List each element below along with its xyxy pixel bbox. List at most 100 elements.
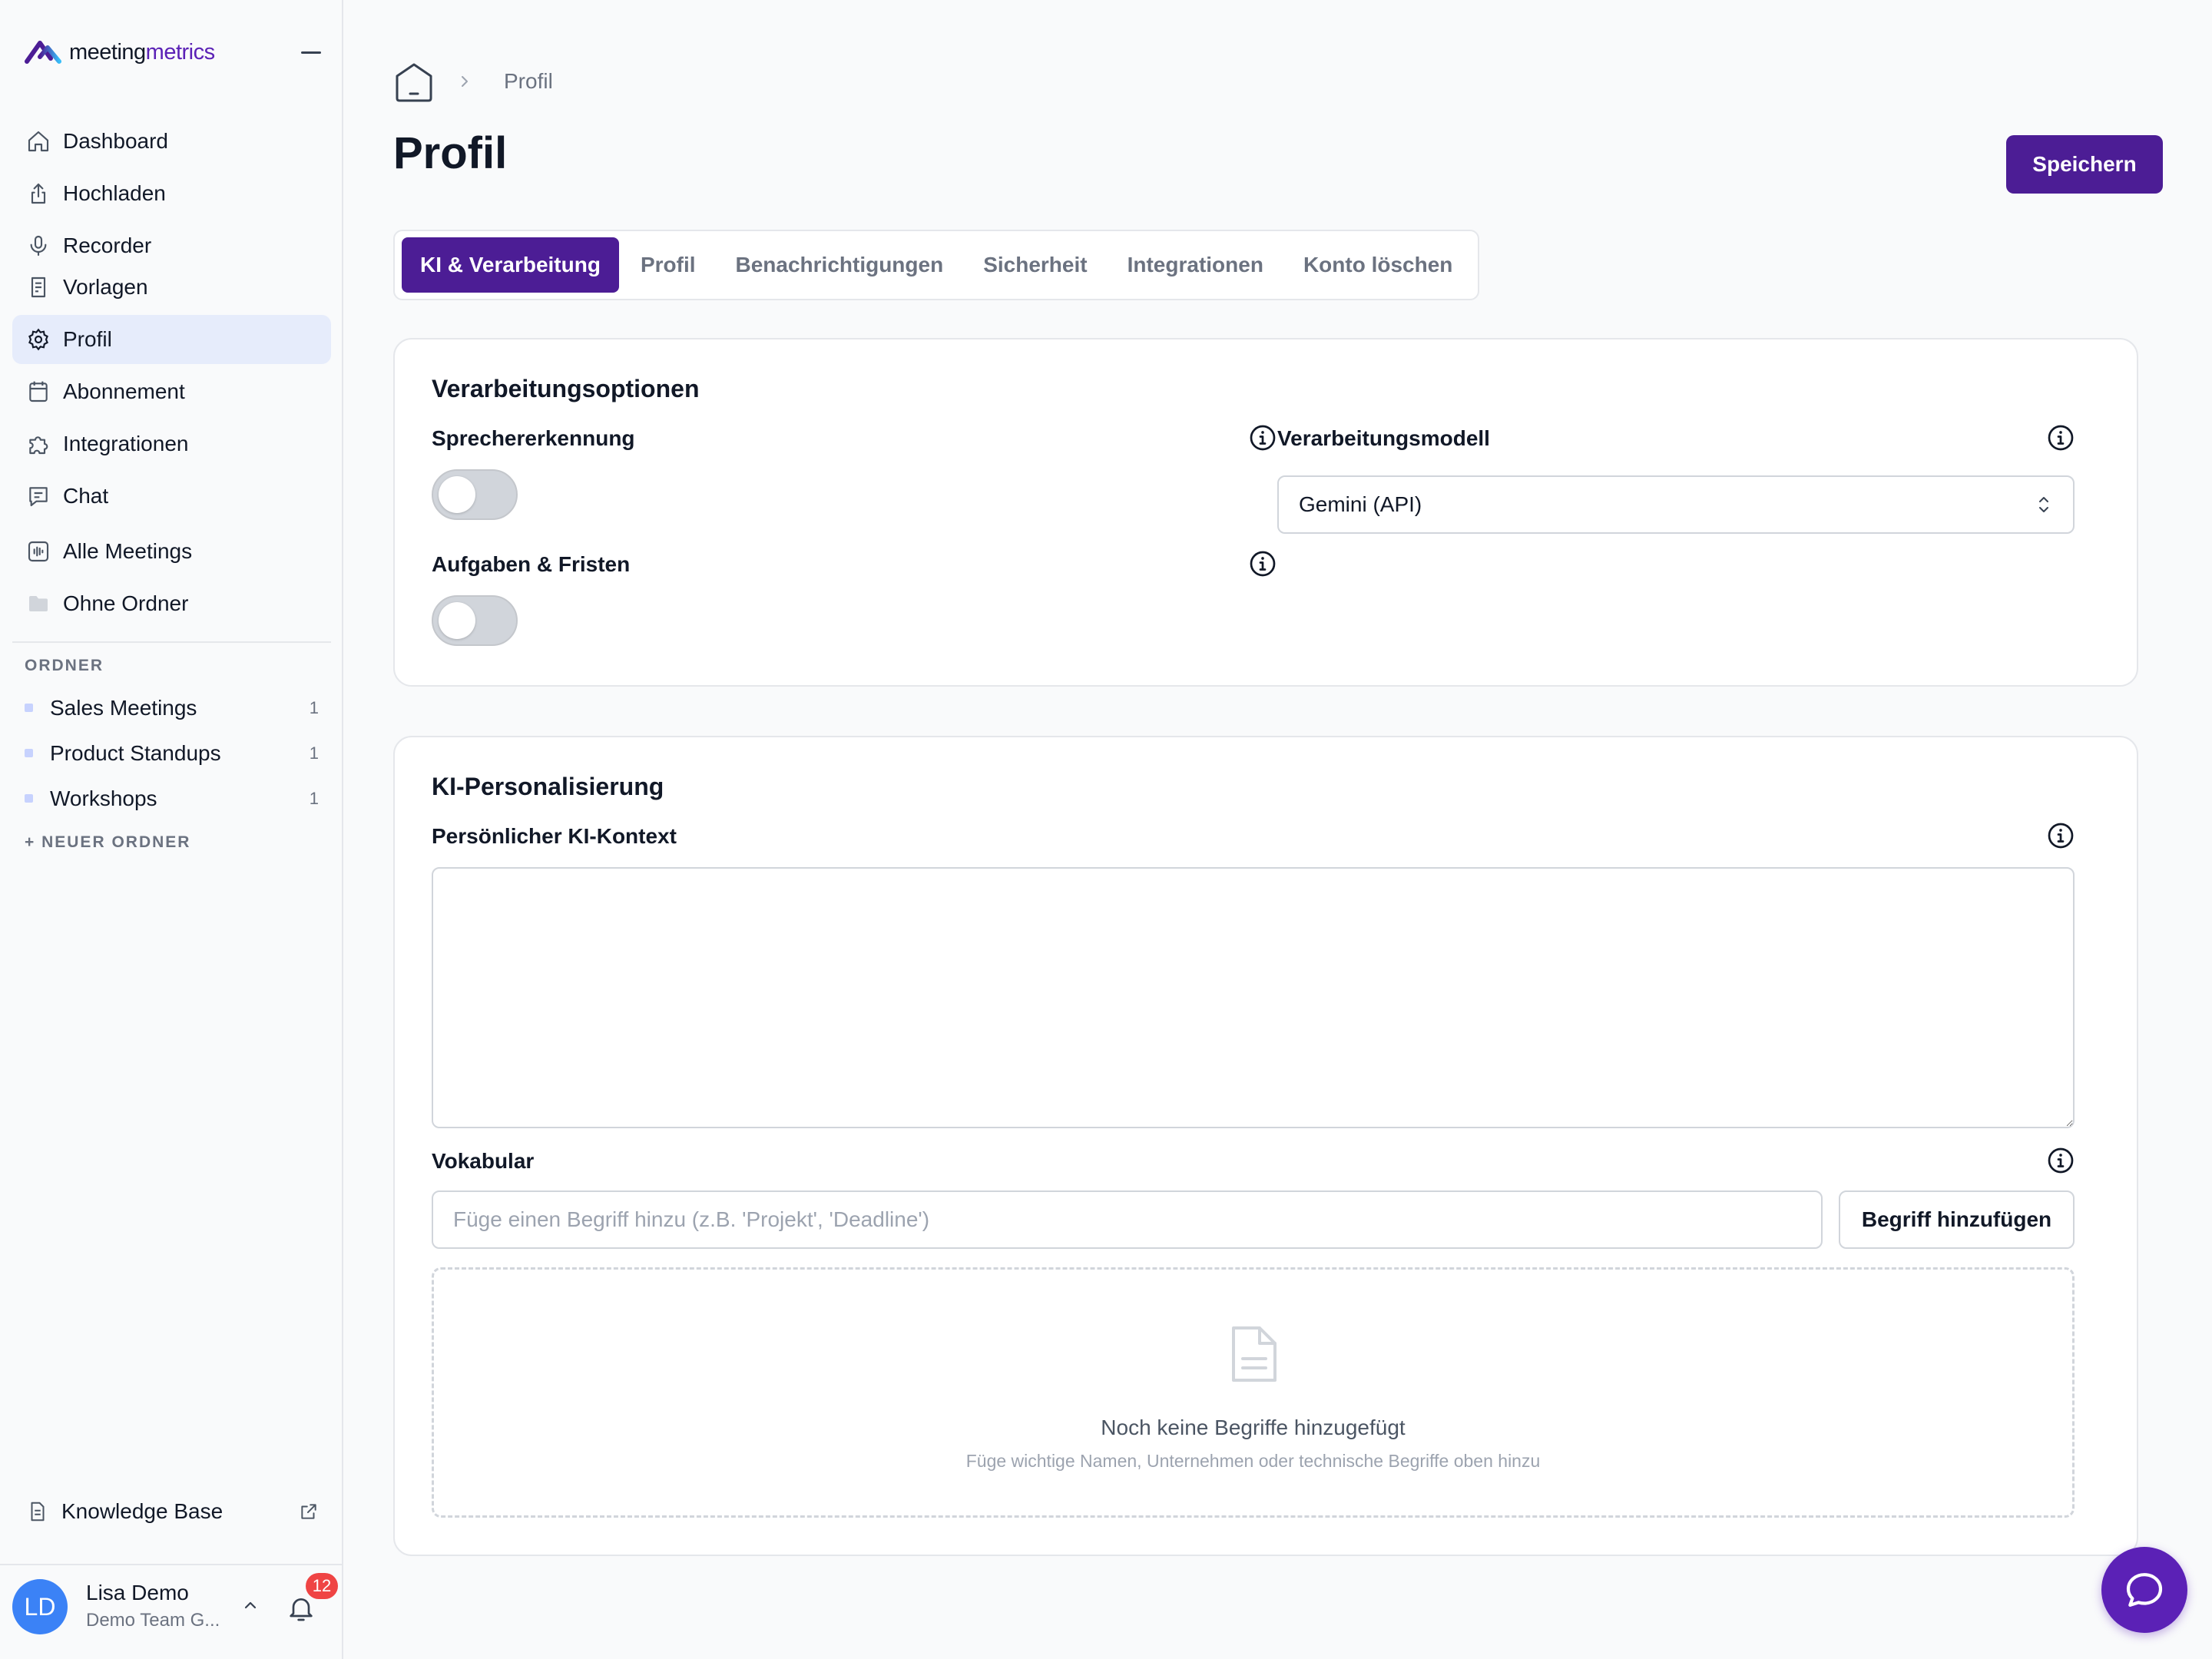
folder-dot: [25, 749, 33, 757]
vocabulary-input[interactable]: [432, 1190, 1823, 1249]
info-icon[interactable]: [2047, 1147, 2075, 1174]
folder-count: 1: [309, 697, 319, 717]
speaker-recognition-toggle[interactable]: [432, 469, 518, 520]
nav-item-integrations[interactable]: Integrationen: [12, 419, 331, 469]
nav-item-chat[interactable]: Chat: [12, 472, 331, 521]
brand-name-part1: meeting: [69, 39, 146, 65]
external-link-icon: [301, 1504, 316, 1519]
folder-label: Workshops: [50, 786, 157, 810]
nav-label: Profil: [63, 327, 112, 351]
breadcrumb-home-icon[interactable]: [393, 61, 435, 103]
user-menu: LD Lisa Demo Demo Team G... 12: [0, 1564, 343, 1659]
sidebar: meetingmetrics Dashboard Hochladen Recor…: [0, 0, 343, 1659]
ai-personalization-title: KI-Personalisierung: [432, 773, 664, 800]
nav-label: Recorder: [63, 233, 152, 257]
processing-options-title: Verarbeitungsoptionen: [432, 375, 700, 402]
folder-dot: [25, 704, 33, 712]
folder-dot: [25, 794, 33, 803]
nav-item-profile[interactable]: Profil: [12, 315, 331, 364]
folder-item[interactable]: Product Standups 1: [12, 730, 331, 776]
knowledge-base-link[interactable]: Knowledge Base: [12, 1488, 331, 1535]
nav-item-no-folder[interactable]: Ohne Ordner: [12, 579, 331, 628]
upload-icon: [31, 183, 46, 204]
brand-logo[interactable]: meetingmetrics: [25, 38, 215, 66]
avatar[interactable]: LD: [12, 1579, 68, 1634]
folder-label: Sales Meetings: [50, 695, 197, 720]
logo-icon: [25, 41, 61, 64]
tab-delete-account[interactable]: Konto löschen: [1285, 237, 1471, 293]
tab-profile[interactable]: Profil: [622, 237, 714, 293]
knowledge-base-label: Knowledge Base: [61, 1499, 224, 1523]
nav-label: Abonnement: [63, 379, 185, 403]
folder-label: Product Standups: [50, 740, 221, 765]
nav-item-upload[interactable]: Hochladen: [12, 169, 331, 218]
nav-item-all-meetings[interactable]: Alle Meetings: [12, 527, 331, 576]
nav-label: Hochladen: [63, 181, 166, 205]
settings-tabs: KI & Verarbeitung Profil Benachrichtigun…: [393, 230, 1480, 300]
sidebar-divider: [12, 641, 331, 643]
chat-bubble-icon: [2126, 1573, 2163, 1607]
speaker-recognition-label: Sprechererkennung: [432, 426, 635, 450]
gear-icon: [28, 328, 48, 351]
empty-document-icon: [1232, 1326, 1277, 1382]
puzzle-icon: [29, 436, 48, 455]
nav-label: Integrationen: [63, 432, 189, 455]
main-nav: Dashboard Hochladen Recorder Vorlagen Pr…: [12, 117, 331, 628]
folder-item[interactable]: Sales Meetings 1: [12, 685, 331, 730]
toggle-knob: [439, 476, 475, 513]
tasks-deadlines-toggle[interactable]: [432, 595, 518, 646]
brand-name-part2: metrics: [145, 39, 215, 65]
nav-item-dashboard[interactable]: Dashboard: [12, 117, 331, 166]
main-content: Profil Profil Speichern KI & Verarbeitun…: [345, 0, 2212, 1659]
processing-model-label: Verarbeitungsmodell: [1277, 426, 1490, 450]
processing-model-value: Gemini (API): [1299, 492, 1422, 516]
folder-item[interactable]: Workshops 1: [12, 776, 331, 821]
user-team: Demo Team G...: [86, 1610, 220, 1631]
collapse-sidebar-button[interactable]: [301, 51, 321, 54]
folder-list: Sales Meetings 1 Product Standups 1 Work…: [12, 685, 331, 821]
processing-model-select[interactable]: Gemini (API): [1277, 475, 2075, 534]
waveform-icon: [28, 541, 49, 562]
nav-label: Ohne Ordner: [63, 591, 189, 615]
chevron-up-icon[interactable]: [241, 1596, 260, 1614]
home-icon: [28, 131, 49, 152]
tab-integrations[interactable]: Integrationen: [1109, 237, 1282, 293]
tasks-deadlines-label: Aufgaben & Fristen: [432, 552, 631, 576]
nav-item-templates[interactable]: Vorlagen: [12, 263, 331, 312]
info-icon[interactable]: [2047, 424, 2075, 452]
folder-count: 1: [309, 743, 319, 763]
subscription-icon: [29, 381, 48, 402]
add-term-button[interactable]: Begriff hinzufügen: [1839, 1190, 2075, 1249]
toggle-knob: [439, 602, 475, 639]
folders-heading: ORDNER: [25, 657, 104, 674]
processing-options-card: Verarbeitungsoptionen Sprechererkennung …: [393, 338, 2138, 687]
ai-personalization-card: KI-Personalisierung Persönlicher KI-Kont…: [393, 736, 2138, 1556]
save-button[interactable]: Speichern: [2006, 135, 2163, 194]
new-folder-button[interactable]: + NEUER ORDNER: [25, 833, 190, 852]
notification-badge: 12: [306, 1573, 338, 1599]
page-title: Profil: [393, 128, 508, 178]
tab-security[interactable]: Sicherheit: [965, 237, 1105, 293]
ai-context-textarea[interactable]: [432, 867, 2075, 1128]
empty-state-subtitle: Füge wichtige Namen, Unternehmen oder te…: [965, 1451, 1541, 1471]
chat-icon: [29, 487, 48, 507]
info-icon[interactable]: [1249, 424, 1277, 452]
user-name[interactable]: Lisa Demo: [86, 1581, 189, 1605]
tab-notifications[interactable]: Benachrichtigungen: [717, 237, 962, 293]
document-icon: [31, 1502, 45, 1522]
ai-context-label: Persönlicher KI-Kontext: [432, 824, 677, 848]
microphone-icon: [30, 235, 47, 257]
vocabulary-label: Vokabular: [432, 1149, 535, 1173]
breadcrumb-current: Profil: [504, 69, 553, 93]
nav-label: Alle Meetings: [63, 539, 193, 563]
empty-state-title: Noch keine Begriffe hinzugefügt: [1101, 1416, 1406, 1439]
chevron-right-icon: [462, 76, 468, 87]
template-icon: [31, 276, 46, 298]
info-icon[interactable]: [1249, 550, 1277, 578]
nav-item-subscription[interactable]: Abonnement: [12, 367, 331, 416]
info-icon[interactable]: [2047, 822, 2075, 849]
tab-ai-processing[interactable]: KI & Verarbeitung: [402, 237, 619, 293]
chat-fab-button[interactable]: [2101, 1547, 2187, 1633]
folder-count: 1: [309, 788, 319, 808]
folder-icon: [29, 596, 48, 611]
